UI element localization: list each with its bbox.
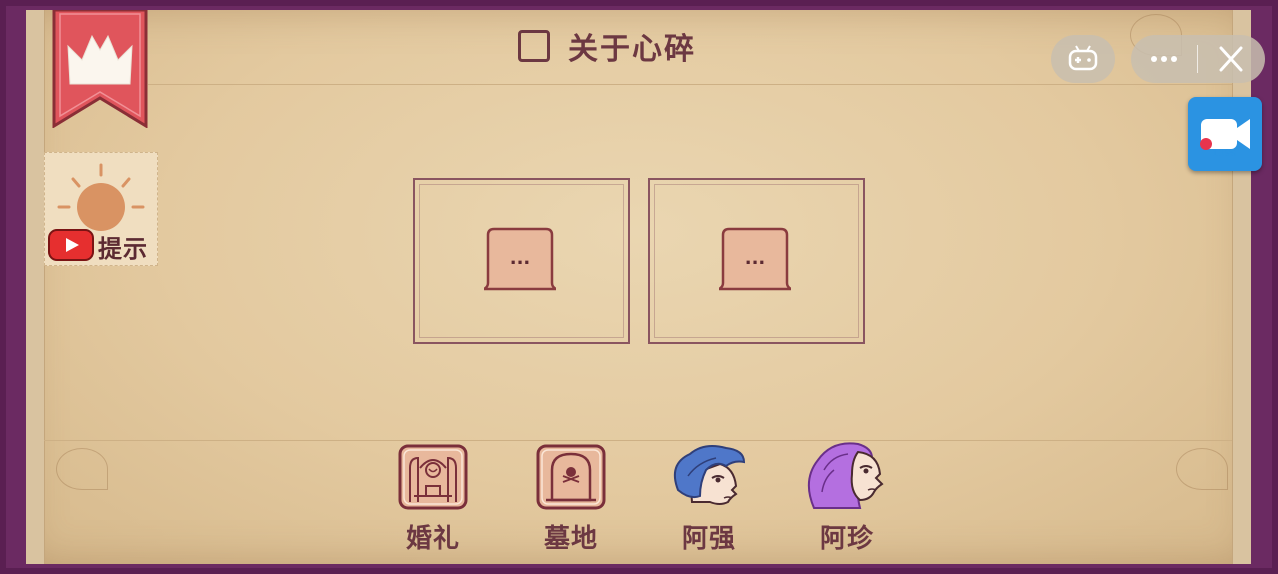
gamepad-icon xyxy=(1068,45,1098,71)
tombstone-icon xyxy=(536,444,606,510)
close-icon[interactable] xyxy=(1216,45,1246,73)
screen-record-button[interactable]: 119s xyxy=(1188,97,1262,171)
slot-placeholder-2: ... xyxy=(745,248,766,269)
empty-slot-chip-1: ... xyxy=(484,227,556,291)
slot-placeholder-1: ... xyxy=(510,248,531,269)
sun-icon xyxy=(57,163,145,231)
corner-ornament-bl xyxy=(56,448,108,490)
inventory-label-cemetery: 墓地 xyxy=(543,524,598,554)
corner-ornament-br xyxy=(1176,448,1228,490)
paper-edge-right xyxy=(1232,10,1251,564)
capsule-divider xyxy=(1197,45,1198,73)
crown-icon xyxy=(52,8,148,129)
title-text: 关于心碎 xyxy=(568,32,696,67)
man-portrait-icon xyxy=(674,445,746,505)
inventory-label-wedding: 婚礼 xyxy=(405,524,460,554)
inventory-label-azhen: 阿珍 xyxy=(819,524,874,554)
woman-portrait-icon xyxy=(807,442,884,509)
title-checkbox-icon xyxy=(518,30,550,62)
parchment-background xyxy=(26,10,1250,564)
more-options-icon[interactable] xyxy=(1146,47,1182,71)
paper-edge-left xyxy=(26,10,45,564)
gamepad-button[interactable] xyxy=(1051,35,1115,83)
wedding-arch-icon xyxy=(398,444,468,510)
record-timer: 119s xyxy=(1212,148,1236,159)
video-ad-icon xyxy=(48,229,94,261)
video-camera-icon: 119s xyxy=(1200,119,1250,159)
page-title: 关于心碎 xyxy=(518,26,696,67)
bottom-divider xyxy=(44,440,1232,441)
crown-bookmark-button[interactable] xyxy=(52,8,148,129)
top-divider xyxy=(148,84,1232,85)
hint-label: 提示 xyxy=(98,235,148,263)
empty-slot-chip-2: ... xyxy=(719,227,791,291)
inventory-label-aqiang: 阿强 xyxy=(681,524,736,554)
